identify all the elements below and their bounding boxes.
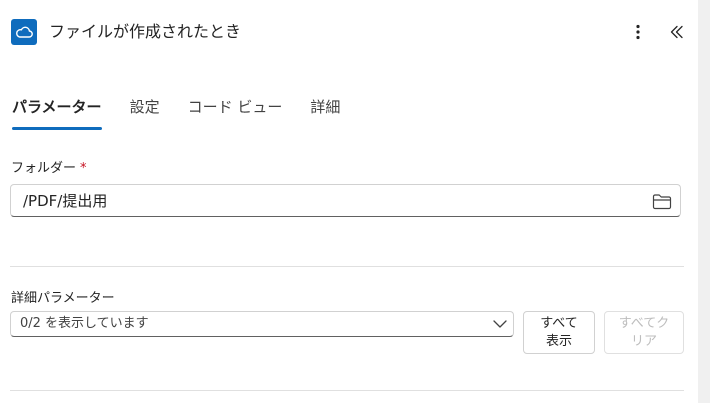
- panel-header: ファイルが作成されたとき: [0, 0, 698, 62]
- panel-title: ファイルが作成されたとき: [49, 22, 242, 41]
- folder-picker-button[interactable]: [651, 191, 673, 211]
- advanced-parameters-dropdown[interactable]: 0/2 を表示しています: [10, 311, 514, 337]
- folder-label-text: フォルダー: [11, 161, 77, 176]
- onedrive-cloud-icon: [11, 19, 37, 45]
- section-divider: [10, 266, 684, 267]
- folder-input[interactable]: /PDF/提出用: [10, 184, 681, 217]
- tab-code-view[interactable]: コード ビュー: [188, 94, 283, 120]
- advanced-parameters-value: 0/2 を表示しています: [20, 316, 149, 331]
- show-all-label: すべて 表示: [540, 315, 578, 349]
- trigger-details-panel: ファイルが作成されたとき パラメーター 設定 コード ビュー 詳細 フォルダー *…: [0, 0, 698, 403]
- folder-input-value: /PDF/提出用: [23, 192, 108, 210]
- folder-icon: [652, 193, 672, 209]
- tab-settings[interactable]: 設定: [130, 94, 160, 120]
- bottom-divider: [10, 390, 684, 391]
- advanced-parameters-label: 詳細パラメーター: [11, 291, 115, 306]
- clear-all-button: すべてク リア: [604, 311, 684, 354]
- folder-label: フォルダー *: [11, 160, 87, 178]
- more-vertical-icon: [636, 24, 640, 40]
- show-all-button[interactable]: すべて 表示: [523, 311, 595, 354]
- tab-list: パラメーター 設定 コード ビュー 詳細: [12, 94, 368, 134]
- clear-all-label: すべてク リア: [618, 315, 670, 349]
- panel-scroll-gutter: [698, 0, 710, 403]
- chevron-down-icon: [493, 317, 507, 331]
- tab-about[interactable]: 詳細: [310, 94, 340, 120]
- collapse-panel-button[interactable]: [665, 20, 689, 44]
- double-chevron-left-icon: [670, 25, 683, 39]
- more-options-button[interactable]: [626, 20, 650, 44]
- required-mark: *: [80, 161, 87, 176]
- tab-parameters[interactable]: パラメーター: [12, 94, 102, 130]
